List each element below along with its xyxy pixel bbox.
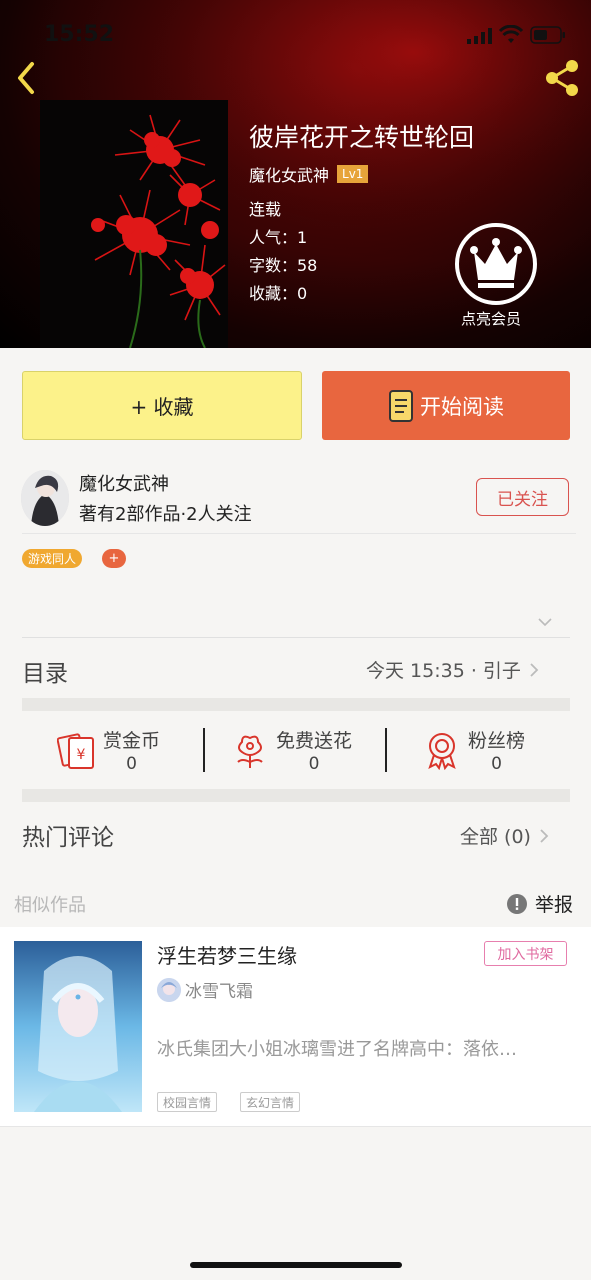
book-icon [389, 389, 413, 422]
toc-latest-text: 今天 15:35 · 引子 [366, 660, 521, 682]
stat-value: 0 [126, 754, 137, 774]
wifi-icon [499, 25, 523, 43]
vip-label[interactable]: 点亮会员 [461, 308, 521, 329]
author-name[interactable]: 魔化女武神 [79, 470, 169, 496]
book-author-row: 魔化女武神 Lv1 [249, 162, 369, 186]
status-time: 15:52 [44, 22, 115, 47]
vip-crown-icon[interactable] [454, 222, 538, 306]
chevron-right-icon [530, 662, 539, 677]
status-bar: 15:52 [0, 0, 591, 70]
follow-button-label: 已关注 [497, 489, 548, 510]
book-title: 彼岸花开之转世轮回 [249, 123, 475, 152]
chevron-down-icon[interactable] [537, 616, 553, 628]
all-comments-text: 全部 (0) [460, 826, 531, 848]
stat-value: 0 [308, 754, 320, 774]
svg-text:¥: ¥ [77, 747, 86, 763]
similar-works-label: 相似作品 [14, 895, 86, 916]
book-popularity: 人气：1 [249, 228, 308, 247]
genre-tag[interactable]: 游戏同人 [22, 549, 83, 568]
book-favorites: 收藏：0 [249, 284, 308, 303]
chevron-right-icon [540, 828, 549, 843]
home-indicator[interactable] [190, 1262, 402, 1268]
red-spider-lily-image [40, 100, 228, 348]
similar-book-card[interactable]: 浮生若梦三生缘 加入书架 冰雪飞霜 冰氏集团大小姐冰璃雪进了名牌高中：落依… 校… [0, 927, 591, 1127]
favorite-button-label: + 收藏 [130, 395, 194, 419]
divider [203, 728, 205, 772]
similar-book-cover-image [14, 941, 142, 1112]
stat-label: 免费送花 [276, 730, 353, 752]
add-to-shelf-button[interactable]: 加入书架 [484, 941, 567, 966]
author-mini-avatar-image [157, 977, 181, 1002]
author-avatar[interactable] [21, 470, 69, 526]
author-avatar-image [21, 470, 69, 526]
similar-book-tag[interactable]: 校园言情 [157, 1092, 218, 1112]
divider [22, 533, 576, 534]
follow-button[interactable]: 已关注 [476, 478, 569, 516]
author-stats: 著有2部作品·2人关注 [79, 504, 252, 525]
stat-flowers[interactable]: 免费送花 0 [230, 726, 352, 774]
stat-label: 赏金币 [103, 730, 161, 752]
report-label: 举报 [535, 894, 574, 916]
report-button[interactable]: 举报 [507, 890, 573, 917]
cellular-signal-icon [467, 28, 492, 44]
back-icon[interactable] [12, 58, 42, 98]
level-badge: Lv1 [337, 165, 369, 183]
section-separator [22, 698, 570, 711]
hot-comments-label: 热门评论 [22, 825, 114, 851]
battery-icon [530, 26, 565, 44]
similar-book-author-name: 冰雪飞霜 [185, 982, 253, 1002]
warning-icon [507, 893, 527, 914]
similar-book-author[interactable]: 冰雪飞霜 [157, 977, 253, 1002]
author-mini-avatar [157, 977, 181, 1002]
stat-label: 粉丝榜 [468, 730, 526, 752]
start-reading-button[interactable]: 开始阅读 [322, 371, 570, 440]
similar-book-description: 冰氏集团大小姐冰璃雪进了名牌高中：落依… [157, 1039, 517, 1060]
medal-icon [428, 733, 456, 770]
similar-book-cover[interactable] [14, 941, 142, 1112]
similar-book-title[interactable]: 浮生若梦三生缘 [157, 940, 297, 969]
share-icon[interactable] [542, 58, 582, 98]
all-comments-link[interactable]: 全部 (0) [460, 822, 549, 849]
stat-fans[interactable]: 粉丝榜 0 [422, 726, 525, 774]
book-word-count: 字数：58 [249, 256, 318, 275]
stat-coins[interactable]: ¥ 赏金币 0 [57, 726, 160, 774]
flower-icon [237, 735, 263, 768]
stat-value: 0 [491, 754, 502, 774]
divider [385, 728, 387, 772]
toc-latest-chapter[interactable]: 今天 15:35 · 引子 [366, 656, 539, 683]
divider [22, 637, 570, 638]
book-status: 连载 [249, 200, 282, 219]
book-cover[interactable] [40, 100, 228, 348]
start-reading-label: 开始阅读 [420, 394, 504, 419]
similar-book-tag[interactable]: 玄幻言情 [240, 1092, 301, 1112]
coin-icon: ¥ [57, 733, 94, 769]
add-to-shelf-label: 加入书架 [497, 946, 554, 963]
book-author[interactable]: 魔化女武神 [249, 162, 329, 186]
section-separator [22, 789, 570, 802]
favorite-button[interactable]: + 收藏 [22, 371, 302, 440]
toc-label[interactable]: 目录 [22, 654, 68, 688]
add-tag-button[interactable]: + [102, 549, 126, 568]
